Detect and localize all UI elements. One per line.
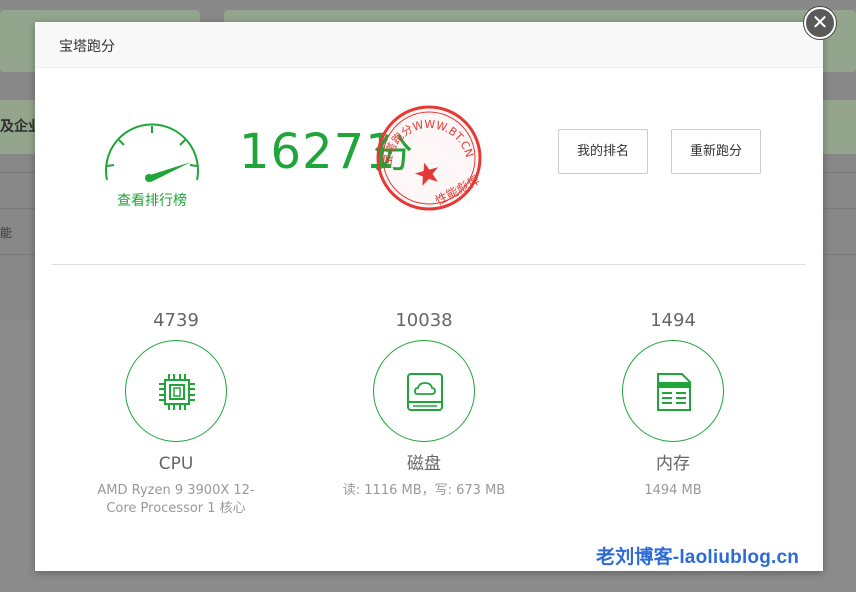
metric-cpu: 4739 CPU AMD Ryzen 9 3900X 12-Core Proce… [56, 308, 296, 518]
memory-label: 内存 [656, 454, 690, 474]
performance-stamp-icon: 宝塔跑分WWW.BT.CN 性能彪悍 [376, 105, 482, 211]
my-ranking-button[interactable]: 我的排名 [558, 129, 648, 174]
cpu-icon-circle [125, 340, 227, 442]
rerun-benchmark-button[interactable]: 重新跑分 [671, 129, 761, 174]
disk-detail: 读: 1116 MB，写: 673 MB [342, 483, 506, 498]
memory-icon-circle [622, 340, 724, 442]
metric-disk: 10038 磁盘 读: 1116 MB，写: 673 MB [304, 308, 544, 500]
close-icon[interactable]: ✕ [804, 7, 836, 39]
view-leaderboard-link[interactable]: 查看排行榜 [99, 190, 205, 210]
memory-document-icon [657, 373, 691, 411]
modal-header: 宝塔跑分 [35, 22, 823, 68]
background-row-text: 能 [0, 226, 13, 240]
modal-title: 宝塔跑分 [59, 39, 115, 55]
cpu-detail: AMD Ryzen 9 3900X 12-Core Processor 1 核心 [97, 483, 255, 516]
memory-score: 1494 [650, 310, 696, 331]
divider [52, 264, 806, 265]
site-watermark: 老刘博客-laoliublog.cn [596, 547, 800, 568]
cpu-label: CPU [158, 454, 194, 474]
memory-detail: 1494 MB [644, 483, 702, 498]
disk-score: 10038 [395, 310, 453, 331]
metric-memory: 1494 内存 1494 MB [553, 308, 793, 500]
disk-cloud-icon [407, 373, 443, 411]
speedometer-gauge-icon[interactable] [101, 118, 203, 188]
benchmark-modal: 宝塔跑分 查看排行榜 16271 分 宝塔跑分WWW.BT.CN 性能彪悍 我的… [35, 22, 823, 571]
cpu-chip-icon [159, 374, 195, 410]
cpu-score: 4739 [153, 310, 199, 331]
disk-label: 磁盘 [407, 454, 441, 474]
disk-icon-circle [373, 340, 475, 442]
